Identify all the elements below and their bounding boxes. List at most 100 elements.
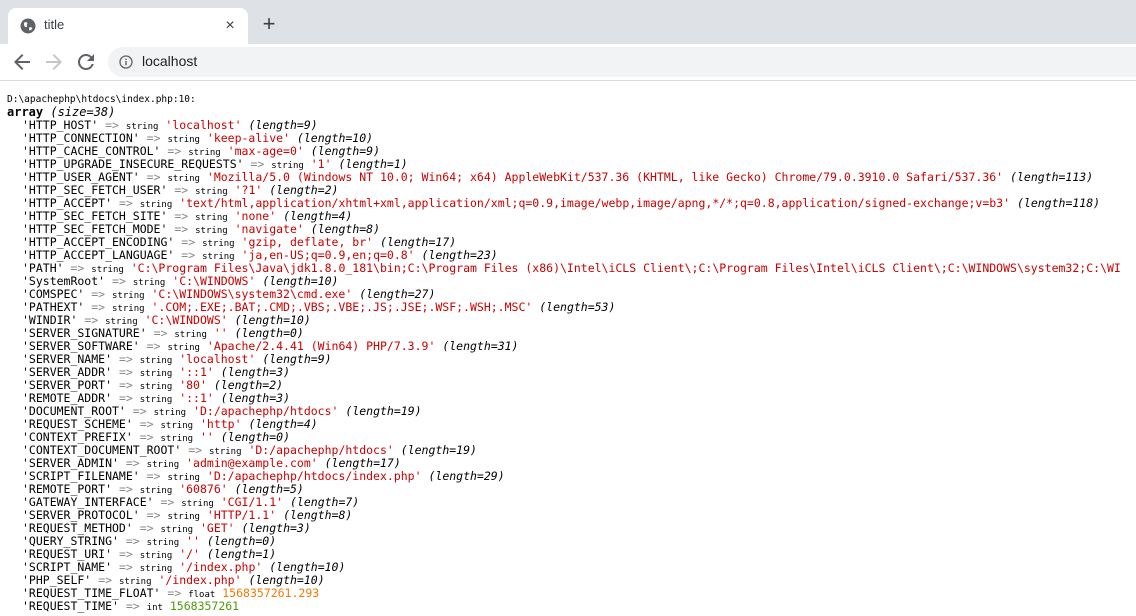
var-dump-output: D:\apachephp\htdocs\index.php:10: array … <box>7 93 1121 613</box>
dump-key: 'SERVER_NAME' <box>22 352 113 366</box>
dump-value: '::1' <box>179 391 214 405</box>
dump-key: 'HTTP_USER_AGENT' <box>22 170 140 184</box>
dump-value: 'D:/apachephp/htdocs' <box>193 404 339 418</box>
dump-key: 'GATEWAY_INTERFACE' <box>22 495 154 509</box>
dump-arrow: => <box>98 573 113 587</box>
dump-key: 'PATH' <box>22 261 64 275</box>
dump-key: 'SERVER_SIGNATURE' <box>22 326 147 340</box>
dump-length: (length=4) <box>283 209 353 223</box>
dump-length: (length=118) <box>1016 196 1101 210</box>
dump-length: (length=19) <box>345 404 422 418</box>
dump-length: (length=17) <box>324 456 401 470</box>
dump-key: 'COMSPEC' <box>22 287 85 301</box>
dump-arrow: => <box>84 313 99 327</box>
dump-key: 'SCRIPT_FILENAME' <box>22 469 140 483</box>
reload-icon[interactable] <box>74 50 98 74</box>
dump-length: (length=8) <box>283 508 353 522</box>
dump-length: (length=10) <box>269 560 346 574</box>
dump-arrow: => <box>160 495 175 509</box>
dump-row: 'SERVER_ADMIN' => string 'admin@example.… <box>7 456 1121 471</box>
dump-arrow: => <box>146 508 161 522</box>
dump-arrow: => <box>188 443 203 457</box>
tab-strip: title × + <box>0 0 1136 44</box>
dump-value: '' <box>186 534 200 548</box>
dump-value: '/index.php' <box>158 573 242 587</box>
dump-length: (length=113) <box>1010 170 1094 184</box>
dump-key: 'REQUEST_SCHEME' <box>22 417 133 431</box>
dump-arrow: => <box>181 248 196 262</box>
dump-value: '80' <box>179 378 207 392</box>
dump-type: string <box>202 239 235 249</box>
dump-key: 'CONTEXT_PREFIX' <box>22 430 133 444</box>
dump-length: (length=10) <box>262 274 339 288</box>
dump-value: 'D:/apachephp/htdocs' <box>248 443 394 457</box>
dump-key: 'REQUEST_TIME_FLOAT' <box>22 586 161 600</box>
dump-arrow: => <box>105 118 119 132</box>
dump-arrow: => <box>139 521 154 535</box>
info-icon[interactable] <box>119 55 133 69</box>
dump-type: string <box>112 291 145 301</box>
back-arrow-icon[interactable] <box>10 50 34 74</box>
dump-arrow: => <box>174 222 189 236</box>
dump-length: (length=10) <box>296 131 374 145</box>
dump-value: '' <box>199 430 214 444</box>
tab-close-icon[interactable]: × <box>222 18 238 34</box>
dump-type: string <box>195 213 228 223</box>
dump-value: 'localhost' <box>179 352 256 366</box>
dump-value: '' <box>213 326 228 340</box>
dump-value: 'Mozilla/5.0 (Windows NT 10.0; Win64; x6… <box>206 170 1004 184</box>
dump-arrow: => <box>167 586 182 600</box>
address-bar[interactable]: localhost <box>108 47 1136 77</box>
dump-length: (length=0) <box>234 326 304 340</box>
dump-arrow: => <box>112 274 126 288</box>
dump-type: string <box>139 551 173 561</box>
dump-value: 'ja,en-US;q=0.9,en;q=0.8' <box>241 248 415 262</box>
dump-row: 'HTTP_HOST' => string 'localhost' (lengt… <box>7 118 1121 133</box>
browser-tab[interactable]: title × <box>8 8 248 44</box>
dump-type: string <box>139 369 173 379</box>
dump-length: (length=9) <box>310 144 381 158</box>
dump-key: 'HTTP_SEC_FETCH_SITE' <box>22 209 168 223</box>
dump-arrow: => <box>118 378 133 392</box>
dump-value: 'CGI/1.1' <box>220 495 284 509</box>
dump-value: '.COM;.EXE;.BAT;.CMD;.VBS;.VBE;.JS;.JSE;… <box>151 300 533 314</box>
dump-arrow: => <box>91 287 106 301</box>
dump-value: 'C:\Program Files\Java\jdk1.8.0_181\bin;… <box>130 261 1121 275</box>
array-label: array <box>7 105 44 119</box>
dump-arrow: => <box>91 300 106 314</box>
dump-row: 'SERVER_SIGNATURE' => string '' (length=… <box>7 326 1121 341</box>
new-tab-button[interactable]: + <box>258 13 280 36</box>
dump-key: 'REQUEST_URI' <box>22 547 113 561</box>
array-size: (size=38) <box>50 105 116 119</box>
dump-length: (length=5) <box>234 482 304 496</box>
dump-key: 'HTTP_SEC_FETCH_MODE' <box>22 222 168 236</box>
dump-value: '/' <box>179 547 200 561</box>
dump-type: string <box>139 382 173 392</box>
dump-length: (length=3) <box>220 365 291 379</box>
dump-value: 'http' <box>199 417 242 431</box>
dump-row: 'REQUEST_METHOD' => string 'GET' (length… <box>7 521 1121 536</box>
dump-key: 'REMOTE_PORT' <box>22 482 113 496</box>
dump-key: 'SERVER_ADDR' <box>22 365 113 379</box>
dump-arrow: => <box>118 391 133 405</box>
file-location: D:\apachephp\htdocs\index.php:10: <box>7 94 196 105</box>
dump-value: 'HTTP/1.1' <box>206 508 277 522</box>
dump-arrow: => <box>118 352 133 366</box>
dump-length: (length=23) <box>421 248 498 262</box>
dump-arrow: => <box>118 482 133 496</box>
dump-key: 'REQUEST_METHOD' <box>22 521 133 535</box>
dump-key: 'HTTP_ACCEPT_LANGUAGE' <box>22 248 175 262</box>
dump-arrow: => <box>181 235 196 249</box>
dump-key: 'QUERY_STRING' <box>22 534 119 548</box>
dump-key: 'HTTP_HOST' <box>22 118 99 132</box>
dump-length: (length=17) <box>380 235 457 249</box>
dump-value: 'max-age=0' <box>227 144 304 158</box>
dump-length: (length=31) <box>442 339 519 353</box>
dump-value: '::1' <box>179 365 214 379</box>
url-text[interactable]: localhost <box>142 53 197 69</box>
dump-value: '60876' <box>179 482 228 496</box>
dump-key: 'PATHEXT' <box>22 300 85 314</box>
dump-arrow: => <box>118 365 133 379</box>
dump-row: 'DOCUMENT_ROOT' => string 'D:/apachephp/… <box>7 404 1121 419</box>
forward-arrow-icon[interactable] <box>42 50 66 74</box>
